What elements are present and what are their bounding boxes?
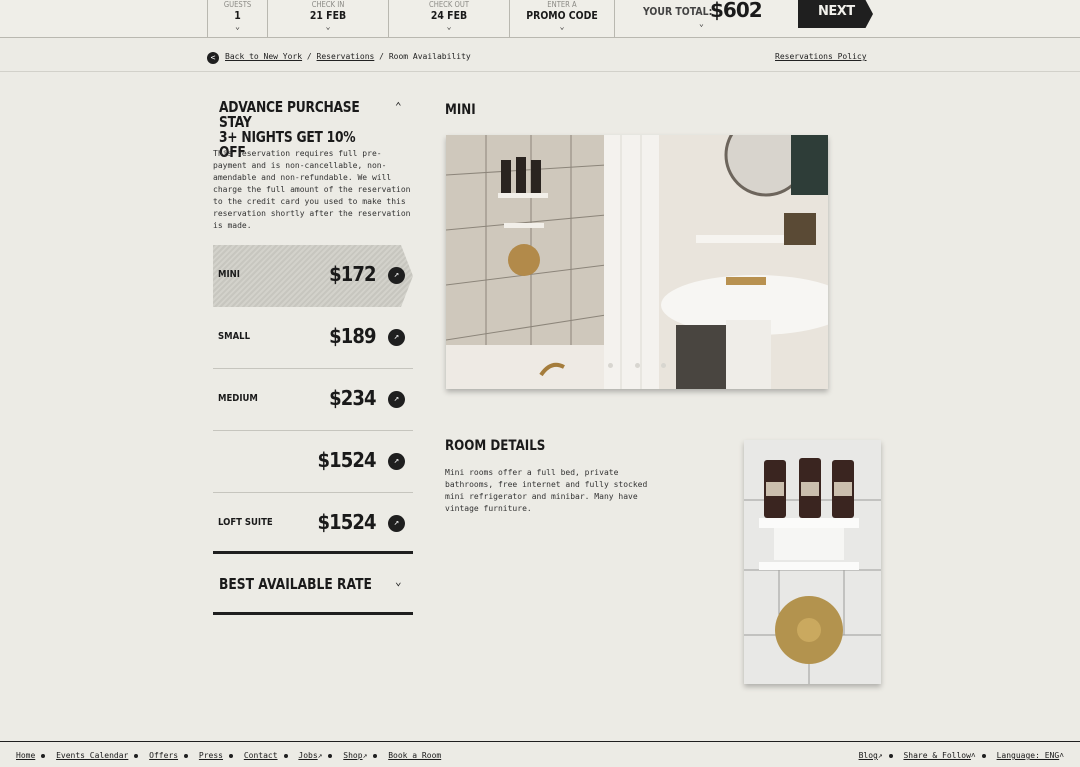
guests-selector[interactable]: GUESTS 1 ⌄ (207, 0, 267, 38)
check-out-selector[interactable]: CHECK OUT 24 FEB ⌄ (388, 0, 509, 38)
arrow-circle-icon[interactable]: ↗ (388, 515, 405, 532)
chevron-up-icon: ˄ (1059, 751, 1064, 760)
divider (213, 612, 413, 615)
best-rate-title[interactable]: BEST AVAILABLE RATE (219, 575, 372, 593)
chevron-up-icon: ˄ (970, 751, 976, 760)
breadcrumb-current: Room Availability (388, 52, 471, 61)
footer-right-links: Blog↗ Share & Follow˄ Language: ENG˄ (859, 751, 1064, 761)
total-value: $602 (710, 0, 763, 22)
room-price: $172 (329, 262, 376, 286)
carousel-dots[interactable] (608, 353, 678, 372)
breadcrumb-separator: / (379, 52, 384, 61)
bullet-separator (373, 753, 378, 758)
breadcrumb-trail: Back to New York / Reservations / Room A… (225, 52, 471, 61)
guests-value: 1 (234, 9, 241, 22)
back-link[interactable]: Back to New York (225, 52, 302, 61)
total-summary[interactable]: YOUR TOTAL: $602 ⌄ (614, 0, 792, 38)
breadcrumb: < Back to New York / Reservations / Room… (0, 38, 1080, 72)
chevron-down-icon: ⌄ (699, 19, 704, 28)
room-details-text: Mini rooms offer a full bed, private bat… (445, 468, 648, 513)
chevron-up-icon[interactable]: ⌃ (395, 100, 402, 113)
bathroom-photo (446, 135, 828, 389)
footer-offers-link[interactable]: Offers (149, 751, 178, 760)
external-link-icon: ↗ (317, 751, 323, 760)
room-price: $1524 (317, 448, 377, 472)
room-name: MINI (218, 269, 240, 280)
room-details-title: ROOM DETAILS (445, 438, 546, 454)
check-out-value: 24 FEB (430, 9, 468, 22)
footer-events-link[interactable]: Events Calendar (56, 751, 128, 760)
room-name: MEDIUM (218, 393, 258, 404)
bullet-separator (134, 753, 139, 758)
room-price: $189 (329, 324, 376, 348)
room-price: $1524 (317, 510, 377, 534)
bullet-separator (888, 753, 893, 758)
arrow-circle-icon[interactable]: ↗ (388, 329, 405, 346)
room-photo-carousel[interactable] (446, 135, 828, 389)
footer-language-link[interactable]: Language: ENG (997, 751, 1060, 760)
room-name: SMALL (218, 331, 250, 342)
external-link-icon: ↗ (362, 751, 368, 760)
room-option-medium[interactable]: MEDIUM $234 ↗ (213, 369, 413, 431)
bullet-separator (184, 753, 189, 758)
rate-description: This reservation requires full pre-payme… (213, 149, 411, 230)
carousel-dot[interactable] (634, 363, 640, 368)
room-name: LOFT SUITE (218, 517, 273, 528)
guests-label: GUESTS (223, 0, 252, 9)
check-in-selector[interactable]: CHECK IN 21 FEB ⌄ (267, 0, 388, 38)
carousel-dot[interactable] (608, 363, 613, 368)
footer-share-follow-link[interactable]: Share & Follow (903, 751, 970, 760)
toiletries-photo (744, 440, 881, 684)
footer-home-link[interactable]: Home (16, 751, 35, 760)
promo-value: PROMO CODE (526, 9, 598, 22)
arrow-circle-icon[interactable]: ↗ (388, 453, 405, 470)
booking-bar: GUESTS 1 ⌄ CHECK IN 21 FEB ⌄ CHECK OUT 2… (0, 0, 1080, 38)
next-button[interactable]: NEXT (798, 0, 873, 28)
external-link-icon: ↗ (877, 751, 883, 760)
chevron-down-icon: ⌄ (325, 22, 331, 31)
room-title: MINI (445, 102, 476, 118)
room-option-loft-suite[interactable]: LOFT SUITE $1524 ↗ (213, 493, 413, 555)
promo-label: ENTER A (547, 0, 577, 9)
back-arrow-icon[interactable]: < (207, 52, 219, 64)
bullet-separator (229, 753, 233, 758)
bullet-separator (328, 753, 333, 758)
footer-links: Home Events Calendar Offers Press Contac… (16, 751, 441, 760)
chevron-down-icon: ⌄ (235, 22, 240, 31)
bullet-separator (283, 753, 288, 758)
reservations-policy-link[interactable]: Reservations Policy (775, 52, 867, 61)
chevron-down-icon[interactable]: ⌄ (395, 575, 402, 588)
footer-press-link[interactable]: Press (199, 751, 223, 760)
footer: Home Events Calendar Offers Press Contac… (0, 741, 1080, 767)
chevron-down-icon: ⌄ (559, 22, 565, 31)
check-out-label: CHECK OUT (428, 0, 470, 9)
check-in-label: CHECK IN (311, 0, 345, 9)
reservations-link[interactable]: Reservations (317, 52, 375, 61)
divider (213, 551, 413, 554)
footer-jobs-link[interactable]: Jobs (298, 751, 317, 760)
amenities-photo (744, 440, 881, 684)
room-option-unnamed[interactable]: $1524 ↗ (213, 431, 413, 493)
room-price: $234 (329, 386, 376, 410)
footer-contact-link[interactable]: Contact (244, 751, 278, 760)
room-option-small[interactable]: SMALL $189 ↗ (213, 307, 413, 369)
arrow-circle-icon[interactable]: ↗ (388, 267, 405, 284)
footer-blog-link[interactable]: Blog (859, 751, 878, 760)
chevron-down-icon: ⌄ (446, 22, 452, 31)
breadcrumb-separator: / (306, 52, 312, 61)
total-label: YOUR TOTAL: (643, 5, 713, 18)
bullet-separator (981, 753, 986, 758)
rate-title-line1: ADVANCE PURCHASE STAY (219, 98, 360, 131)
check-in-value: 21 FEB (309, 9, 347, 22)
promo-code-field[interactable]: ENTER A PROMO CODE ⌄ (509, 0, 614, 38)
carousel-dot[interactable] (661, 363, 667, 368)
bullet-separator (41, 753, 46, 758)
room-option-mini[interactable]: MINI $172 ↗ (213, 245, 413, 307)
footer-shop-link[interactable]: Shop (343, 751, 362, 760)
footer-book-room-link[interactable]: Book a Room (388, 751, 441, 760)
arrow-circle-icon[interactable]: ↗ (388, 391, 405, 408)
